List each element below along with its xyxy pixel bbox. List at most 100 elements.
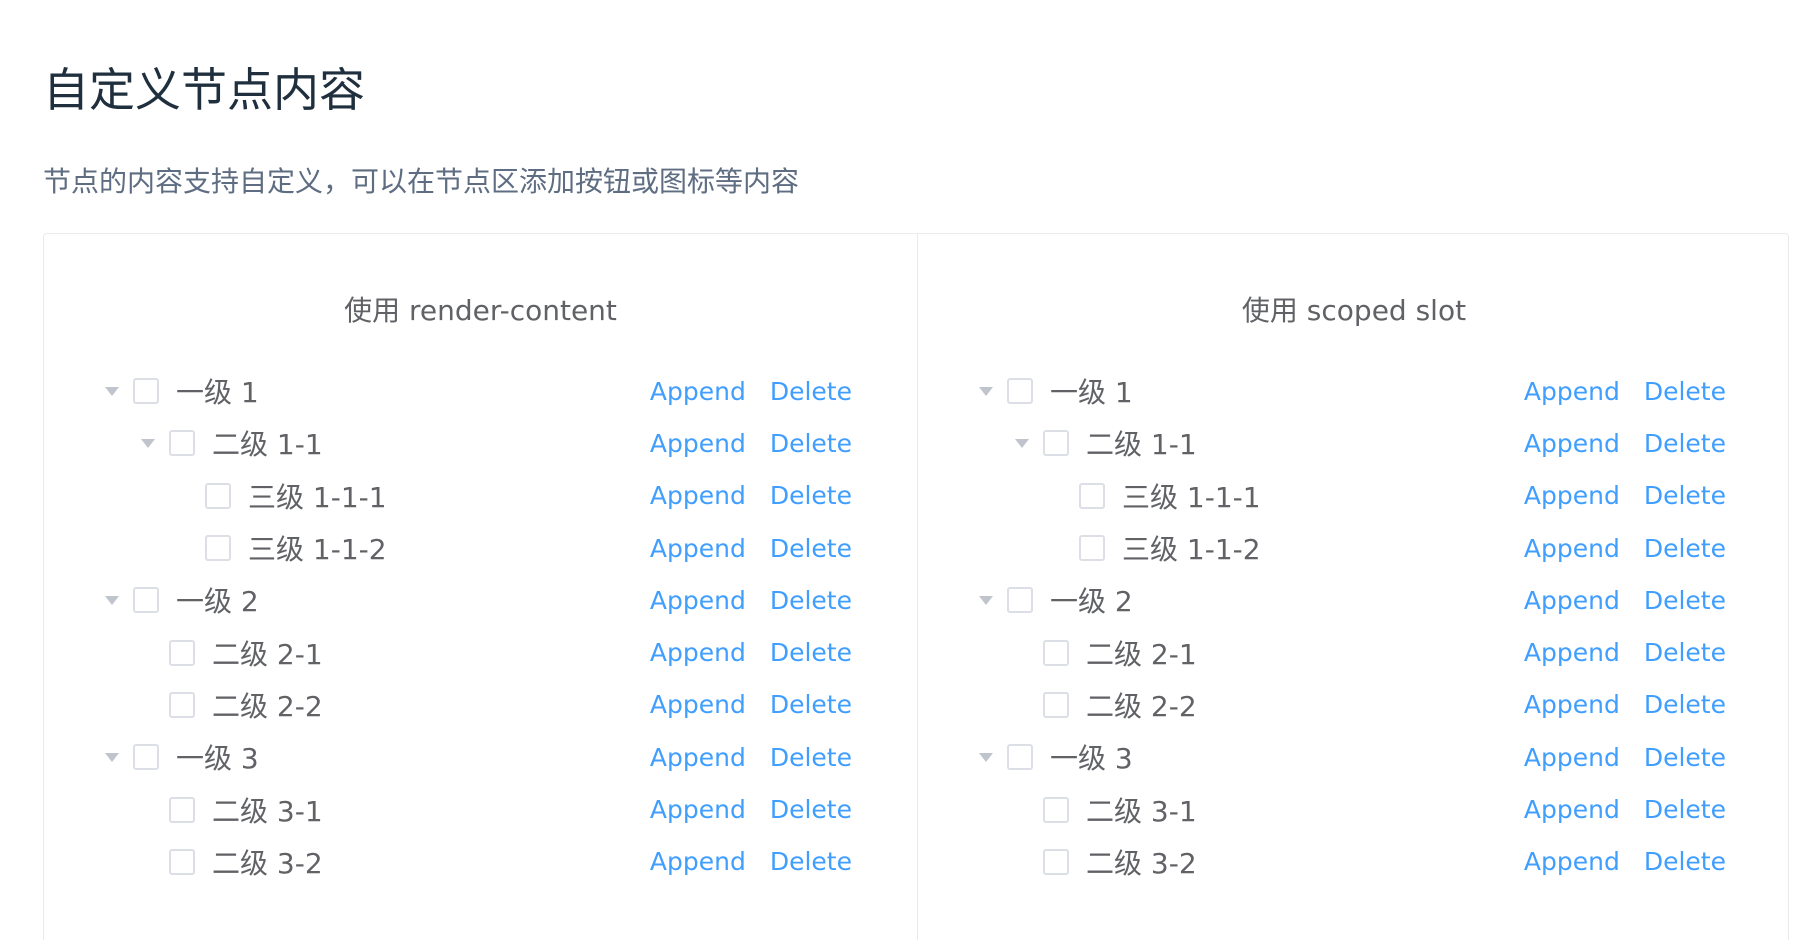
tree-node[interactable]: 二级 3-2 Append Delete (102, 836, 852, 888)
append-button[interactable]: Append (1524, 534, 1620, 563)
tree-node[interactable]: 三级 1-1-1 Append Delete (102, 470, 852, 522)
node-checkbox[interactable] (1007, 744, 1033, 771)
tree-node[interactable]: 二级 3-1 Append Delete (976, 783, 1726, 835)
node-checkbox[interactable] (1043, 430, 1069, 457)
node-checkbox[interactable] (169, 691, 195, 718)
delete-button[interactable]: Delete (770, 743, 852, 772)
append-button[interactable]: Append (650, 847, 746, 876)
delete-button[interactable]: Delete (770, 795, 852, 824)
append-button[interactable]: Append (1524, 481, 1620, 510)
caret-down-icon[interactable] (138, 433, 158, 453)
node-checkbox[interactable] (1043, 848, 1069, 875)
node-checkbox[interactable] (169, 639, 195, 666)
delete-button[interactable]: Delete (770, 586, 852, 615)
caret-down-icon[interactable] (976, 590, 996, 610)
caret-down-icon[interactable] (102, 381, 122, 401)
append-button[interactable]: Append (650, 638, 746, 667)
caret-down-icon[interactable] (102, 747, 122, 767)
node-checkbox[interactable] (205, 535, 231, 562)
tree-node[interactable]: 一级 2 Append Delete (102, 574, 852, 626)
append-button[interactable]: Append (1524, 377, 1620, 406)
delete-button[interactable]: Delete (770, 377, 852, 406)
tree-node[interactable]: 二级 2-1 Append Delete (976, 626, 1726, 678)
node-checkbox[interactable] (1079, 482, 1105, 509)
tree-node[interactable]: 三级 1-1-2 Append Delete (102, 522, 852, 574)
node-checkbox[interactable] (1043, 796, 1069, 823)
tree-node[interactable]: 一级 3 Append Delete (102, 731, 852, 783)
append-button[interactable]: Append (650, 429, 746, 458)
node-actions: Append Delete (1524, 783, 1726, 835)
append-button[interactable]: Append (650, 586, 746, 615)
delete-button[interactable]: Delete (770, 429, 852, 458)
append-button[interactable]: Append (1524, 847, 1620, 876)
append-button[interactable]: Append (1524, 586, 1620, 615)
tree-node[interactable]: 一级 3 Append Delete (976, 731, 1726, 783)
node-checkbox[interactable] (1079, 535, 1105, 562)
append-button[interactable]: Append (1524, 638, 1620, 667)
node-checkbox[interactable] (133, 378, 159, 405)
delete-button[interactable]: Delete (1644, 429, 1726, 458)
delete-button[interactable]: Delete (1644, 847, 1726, 876)
node-actions: Append Delete (650, 731, 852, 783)
caret-down-icon[interactable] (976, 381, 996, 401)
node-actions: Append Delete (650, 574, 852, 626)
tree-node[interactable]: 二级 3-1 Append Delete (102, 783, 852, 835)
caret-down-icon[interactable] (1012, 433, 1032, 453)
tree-node[interactable]: 一级 2 Append Delete (976, 574, 1726, 626)
delete-button[interactable]: Delete (1644, 534, 1726, 563)
node-checkbox[interactable] (1043, 691, 1069, 718)
tree-node[interactable]: 二级 1-1 Append Delete (976, 417, 1726, 469)
delete-button[interactable]: Delete (770, 690, 852, 719)
delete-button[interactable]: Delete (1644, 638, 1726, 667)
tree-node[interactable]: 二级 1-1 Append Delete (102, 417, 852, 469)
append-button[interactable]: Append (650, 481, 746, 510)
delete-button[interactable]: Delete (1644, 743, 1726, 772)
node-checkbox[interactable] (169, 796, 195, 823)
expand-placeholder-icon (1048, 486, 1068, 506)
append-button[interactable]: Append (1524, 429, 1620, 458)
append-button[interactable]: Append (1524, 690, 1620, 719)
delete-button[interactable]: Delete (770, 638, 852, 667)
node-actions: Append Delete (1524, 836, 1726, 888)
append-button[interactable]: Append (1524, 795, 1620, 824)
tree-node[interactable]: 三级 1-1-2 Append Delete (976, 522, 1726, 574)
node-checkbox[interactable] (1043, 639, 1069, 666)
expand-placeholder-icon (1048, 538, 1068, 558)
delete-button[interactable]: Delete (770, 534, 852, 563)
delete-button[interactable]: Delete (1644, 795, 1726, 824)
delete-button[interactable]: Delete (1644, 690, 1726, 719)
expand-placeholder-icon (174, 538, 194, 558)
expand-placeholder-icon (1012, 695, 1032, 715)
delete-button[interactable]: Delete (770, 481, 852, 510)
node-checkbox[interactable] (169, 430, 195, 457)
node-checkbox[interactable] (133, 587, 159, 614)
delete-button[interactable]: Delete (1644, 586, 1726, 615)
append-button[interactable]: Append (650, 534, 746, 563)
delete-button[interactable]: Delete (770, 847, 852, 876)
caret-down-icon[interactable] (976, 747, 996, 767)
node-checkbox[interactable] (133, 744, 159, 771)
append-button[interactable]: Append (650, 377, 746, 406)
append-button[interactable]: Append (650, 743, 746, 772)
tree-node[interactable]: 三级 1-1-1 Append Delete (976, 470, 1726, 522)
node-checkbox[interactable] (1007, 587, 1033, 614)
expand-placeholder-icon (1012, 800, 1032, 820)
node-checkbox[interactable] (1007, 378, 1033, 405)
tree-node[interactable]: 一级 1 Append Delete (976, 365, 1726, 417)
tree-node[interactable]: 二级 2-2 Append Delete (976, 679, 1726, 731)
tree-node[interactable]: 二级 2-2 Append Delete (102, 679, 852, 731)
append-button[interactable]: Append (1524, 743, 1620, 772)
delete-button[interactable]: Delete (1644, 481, 1726, 510)
page-title: 自定义节点内容 (43, 63, 365, 117)
node-checkbox[interactable] (169, 848, 195, 875)
panel-scoped-slot: 使用 scoped slot 一级 1 Append Delete 二级 1-1 App… (918, 234, 1790, 940)
append-button[interactable]: Append (650, 690, 746, 719)
delete-button[interactable]: Delete (1644, 377, 1726, 406)
expand-placeholder-icon (138, 852, 158, 872)
append-button[interactable]: Append (650, 795, 746, 824)
caret-down-icon[interactable] (102, 590, 122, 610)
tree-node[interactable]: 二级 2-1 Append Delete (102, 626, 852, 678)
tree-node[interactable]: 一级 1 Append Delete (102, 365, 852, 417)
node-checkbox[interactable] (205, 482, 231, 509)
tree-node[interactable]: 二级 3-2 Append Delete (976, 836, 1726, 888)
